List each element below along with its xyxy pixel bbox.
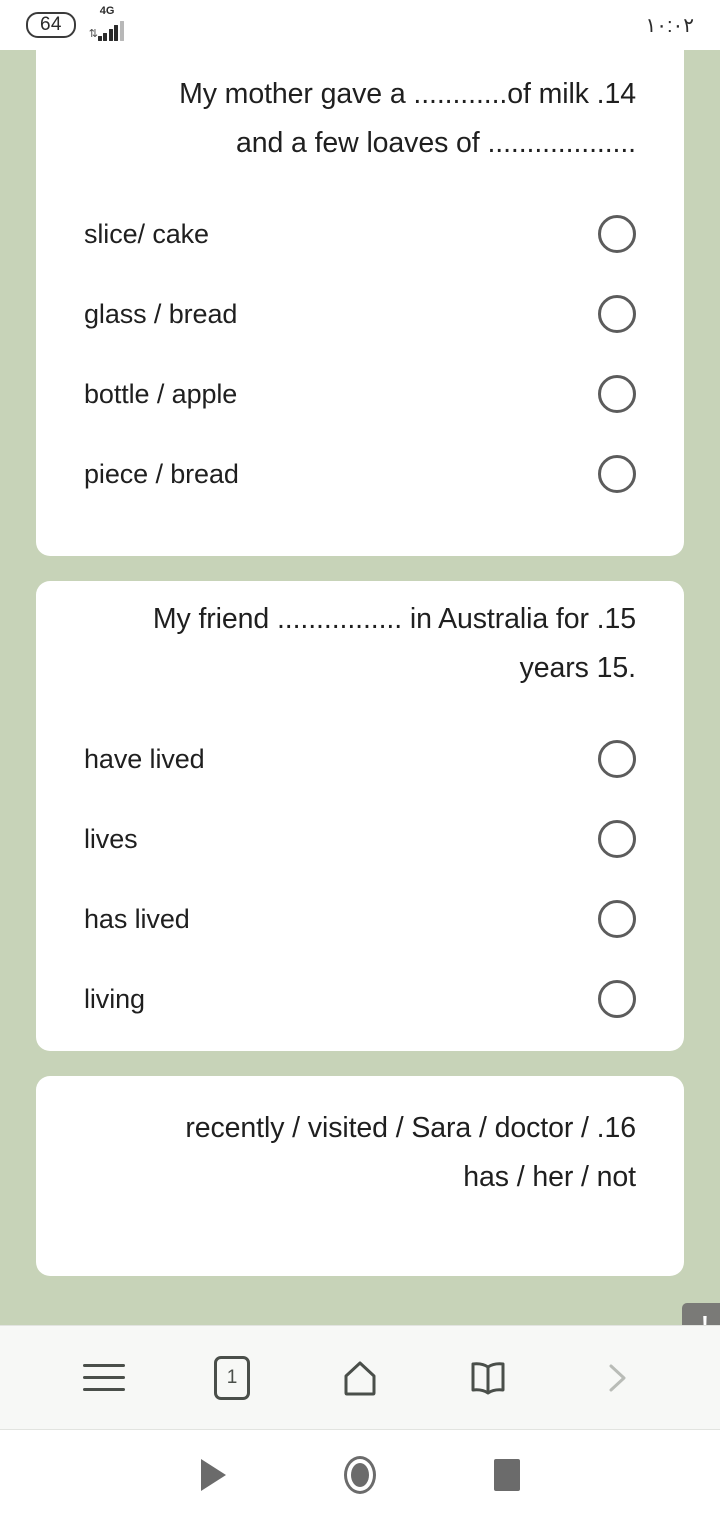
question-card: My friend ................ in Australia … bbox=[36, 581, 684, 1052]
tab-counter-icon: 1 bbox=[214, 1355, 250, 1400]
option-label: living bbox=[84, 983, 145, 1014]
option-label: has lived bbox=[84, 903, 190, 934]
network-type-label: 4G bbox=[99, 4, 115, 17]
nav-back-button[interactable] bbox=[183, 1445, 243, 1505]
option-label: have lived bbox=[84, 743, 205, 774]
recents-square-icon bbox=[493, 1459, 520, 1491]
status-bar-clock: ١٠:٠٢ bbox=[645, 14, 694, 37]
radio-button-icon[interactable] bbox=[598, 295, 636, 334]
data-transfer-icon: ⇅ bbox=[88, 27, 98, 40]
battery-indicator: 64 bbox=[26, 12, 76, 38]
question-card: My mother gave a ............of milk .14… bbox=[36, 50, 684, 557]
home-icon bbox=[344, 1361, 376, 1395]
option-row[interactable]: slice/ cake bbox=[84, 194, 636, 274]
signal-bars-icon bbox=[97, 20, 124, 41]
question-card: recently / visited / Sara / doctor / .16… bbox=[36, 1076, 684, 1277]
option-row[interactable]: bottle / apple bbox=[84, 354, 636, 434]
question-prompt: recently / visited / Sara / doctor / .16… bbox=[84, 1076, 636, 1202]
open-book-icon bbox=[471, 1361, 505, 1394]
exclamation-icon: ! bbox=[701, 1310, 709, 1325]
home-button[interactable] bbox=[324, 1342, 396, 1414]
question-prompt-line: My mother gave a ............of milk .14 bbox=[179, 78, 636, 110]
question-prompt-line: ................... and a few loaves of bbox=[235, 127, 636, 160]
tab-count-label: 1 bbox=[226, 1367, 238, 1388]
system-navigation-bar bbox=[0, 1430, 720, 1520]
question-prompt: My friend ................ in Australia … bbox=[84, 581, 636, 693]
hamburger-menu-icon bbox=[83, 1364, 125, 1391]
home-circle-icon bbox=[343, 1456, 376, 1494]
option-row[interactable]: have lived bbox=[84, 719, 636, 799]
question-prompt: My mother gave a ............of milk .14… bbox=[84, 56, 636, 168]
option-row[interactable]: lives bbox=[84, 799, 636, 879]
phone-screen: 64 4G ⇅ ١٠:٠٢ My mother gave a .........… bbox=[0, 0, 720, 1520]
question-prompt-line: recently / visited / Sara / doctor / .16 bbox=[185, 1112, 636, 1145]
warning-tooltip-badge[interactable]: ! bbox=[682, 1303, 720, 1325]
option-row[interactable]: glass / bread bbox=[84, 274, 636, 354]
option-row[interactable]: has lived bbox=[84, 879, 636, 959]
web-page-content[interactable]: My mother gave a ............of milk .14… bbox=[0, 50, 720, 1325]
radio-button-icon[interactable] bbox=[598, 455, 636, 494]
question-prompt-line: has / her / not bbox=[463, 1161, 636, 1194]
option-row[interactable]: living bbox=[84, 959, 636, 1039]
radio-button-icon[interactable] bbox=[598, 740, 636, 779]
browser-toolbar: 1 bbox=[0, 1325, 720, 1430]
option-row[interactable]: piece / bread bbox=[84, 434, 636, 514]
nav-recents-button[interactable] bbox=[477, 1445, 537, 1505]
option-label: bottle / apple bbox=[84, 378, 238, 409]
forward-button[interactable] bbox=[580, 1342, 652, 1414]
question-prompt-line: My friend ................ in Australia … bbox=[152, 603, 636, 636]
option-label: lives bbox=[84, 823, 138, 854]
option-label: glass / bread bbox=[84, 298, 238, 329]
status-bar-left: 64 4G ⇅ bbox=[26, 5, 124, 41]
signal-indicator: 4G ⇅ bbox=[88, 5, 124, 41]
back-triangle-icon bbox=[200, 1459, 226, 1491]
options-list: slice/ cake glass / bread bottle / apple… bbox=[84, 194, 636, 526]
radio-button-icon[interactable] bbox=[598, 900, 636, 939]
bookmarks-button[interactable] bbox=[452, 1342, 524, 1414]
radio-button-icon[interactable] bbox=[598, 215, 636, 254]
nav-home-button[interactable] bbox=[330, 1445, 390, 1505]
tabs-button[interactable]: 1 bbox=[196, 1342, 268, 1414]
option-label: piece / bread bbox=[84, 458, 239, 489]
question-prompt-line: .15 years bbox=[519, 652, 636, 685]
radio-button-icon[interactable] bbox=[598, 820, 636, 859]
radio-button-icon[interactable] bbox=[598, 980, 636, 1019]
option-label: slice/ cake bbox=[84, 218, 209, 249]
chevron-right-icon bbox=[609, 1364, 626, 1391]
menu-button[interactable] bbox=[68, 1342, 140, 1414]
status-bar: 64 4G ⇅ ١٠:٠٢ bbox=[0, 0, 720, 50]
radio-button-icon[interactable] bbox=[598, 375, 636, 414]
options-list: have lived lives has lived living bbox=[84, 719, 636, 1051]
